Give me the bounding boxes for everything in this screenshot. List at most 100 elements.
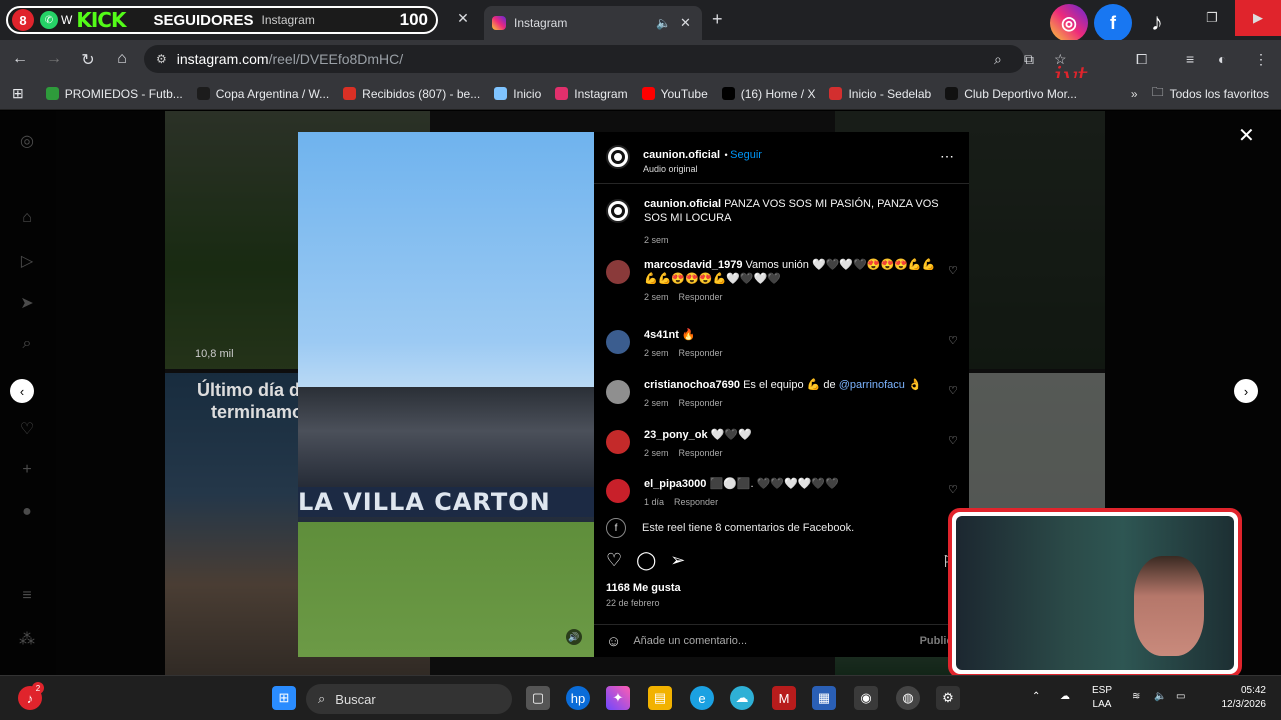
clock[interactable]: 05:42 12/3/2026	[1208, 684, 1267, 712]
app-icon[interactable]: ⚙	[936, 686, 960, 710]
next-reel-button[interactable]: ›	[1234, 379, 1258, 403]
comment-text-end: 👌	[904, 379, 922, 391]
audio-label[interactable]: Audio original	[643, 164, 762, 174]
reel-video[interactable]: LA VILLA CARTON	[298, 132, 594, 657]
bookmark-item[interactable]: (16) Home / X	[721, 87, 815, 101]
like-icon[interactable]: ♡	[606, 550, 622, 571]
bookmark-item[interactable]: YouTube	[641, 87, 708, 101]
streamer-face	[1134, 556, 1204, 656]
media-icon[interactable]: ≡	[1186, 51, 1194, 67]
edge-icon[interactable]: e	[690, 686, 714, 710]
bookmark-item[interactable]: Inicio	[494, 87, 541, 101]
commenter-username[interactable]: 4s41nt	[644, 329, 679, 341]
like-comment-icon[interactable]: ♡	[948, 384, 958, 397]
commenter-username[interactable]: 23_pony_ok	[644, 429, 708, 441]
commenter-avatar[interactable]	[606, 380, 630, 404]
emoji-icon[interactable]: ☺	[606, 633, 621, 650]
battery-icon[interactable]: ▭	[1176, 690, 1185, 704]
cast-icon[interactable]: ⧉	[1024, 51, 1034, 68]
hp-icon[interactable]: hp	[566, 686, 590, 710]
like-count[interactable]: 1168 Me gusta	[606, 582, 681, 594]
comment-icon[interactable]: ◯	[636, 550, 656, 571]
follower-count: 100	[399, 10, 428, 29]
reply-button[interactable]: Responder	[679, 292, 723, 302]
reload-icon[interactable]: ↻	[78, 50, 98, 70]
commenter-username[interactable]: el_pipa3000	[644, 478, 706, 490]
all-bookmarks[interactable]: Todos los favoritos	[1170, 87, 1269, 101]
follow-button[interactable]: Seguir	[730, 149, 762, 161]
bookmark-item[interactable]: Recibidos (807) - be...	[343, 87, 480, 101]
tab-title: Instagram	[514, 16, 568, 30]
url-input[interactable]: ⚙ instagram.com /reel/DVEEfo8DmHC/	[144, 45, 1024, 73]
like-comment-icon[interactable]: ♡	[948, 264, 958, 277]
webcam-overlay	[948, 508, 1242, 678]
author-username[interactable]: caunion.oficial	[643, 149, 720, 161]
like-comment-icon[interactable]: ♡	[948, 334, 958, 347]
profile-icon[interactable]: ◐	[1218, 51, 1226, 67]
menu-icon[interactable]: ⋮	[1254, 51, 1268, 68]
author-avatar[interactable]	[606, 199, 630, 223]
obs-icon[interactable]: ◍	[896, 686, 920, 710]
back-icon[interactable]: ←	[10, 50, 30, 68]
bookmark-item[interactable]: Club Deportivo Mor...	[945, 87, 1077, 101]
commenter-username[interactable]: marcosdavid_1979	[644, 259, 742, 271]
close-tab-icon[interactable]: ✕	[455, 10, 471, 26]
volume-icon[interactable]: 🔈	[1154, 690, 1166, 704]
speaker-icon[interactable]: 🔈	[656, 16, 671, 30]
tab-instagram[interactable]: Instagram 🔈 ✕	[484, 6, 702, 40]
reply-button[interactable]: Responder	[679, 348, 723, 358]
like-comment-icon[interactable]: ♡	[948, 483, 958, 496]
like-comment-icon[interactable]: ♡	[948, 434, 958, 447]
comment-mention[interactable]: @parrinofacu	[839, 379, 905, 391]
wifi-icon[interactable]: ≋	[1132, 690, 1140, 704]
task-view-icon[interactable]: ▢	[526, 686, 550, 710]
bookmark-item[interactable]: PROMIEDOS - Futb...	[45, 87, 183, 101]
weather-icon[interactable]: ☁	[730, 686, 754, 710]
previous-reel-button[interactable]: ‹	[10, 379, 34, 403]
comment-input[interactable]: Añade un comentario...	[633, 635, 747, 647]
bookmark-item[interactable]: Instagram	[555, 87, 628, 101]
language-indicator[interactable]: ESP LAA	[1092, 684, 1112, 712]
extensions-icon[interactable]: ⧠	[1136, 51, 1147, 68]
bookmarks-overflow-icon[interactable]: »	[1131, 87, 1138, 101]
close-modal-icon[interactable]: ✕	[1238, 123, 1255, 148]
file-explorer-icon[interactable]: ▤	[648, 686, 672, 710]
restore-icon[interactable]: ❐	[1189, 0, 1235, 36]
onedrive-icon[interactable]: ☁	[1060, 690, 1070, 704]
stadium-crowd	[298, 387, 594, 497]
reply-button[interactable]: Responder	[679, 398, 723, 408]
comment-text: 🔥	[681, 329, 696, 341]
tray-overflow-icon[interactable]: ⌃	[1032, 690, 1040, 704]
caption-username[interactable]: caunion.oficial	[644, 198, 721, 210]
bookmark-favicon-icon	[196, 87, 210, 100]
forward-icon[interactable]: →	[44, 50, 64, 68]
windows-start-icon[interactable]: ⊞	[272, 686, 296, 710]
zoom-icon[interactable]: ⌕	[994, 51, 1002, 68]
commenter-avatar[interactable]	[606, 479, 630, 503]
reply-button[interactable]: Responder	[674, 497, 718, 507]
more-options-icon[interactable]: ⋯	[940, 148, 954, 165]
mute-toggle-icon[interactable]: 🔊	[566, 629, 582, 645]
new-tab-icon[interactable]: +	[712, 9, 723, 30]
home-icon[interactable]: ⌂	[112, 50, 132, 68]
webcam-feed	[956, 516, 1234, 670]
chrome-icon[interactable]: ◉	[854, 686, 878, 710]
mcafee-icon[interactable]: M	[772, 686, 796, 710]
commenter-username[interactable]: cristianochoa7690	[644, 379, 740, 391]
share-icon[interactable]: ➢	[670, 550, 685, 571]
bookmark-item[interactable]: Inicio - Sedelab	[829, 87, 931, 101]
reply-button[interactable]: Responder	[679, 448, 723, 458]
taskbar-search[interactable]: ⌕ Buscar	[306, 684, 512, 714]
commenter-avatar[interactable]	[606, 330, 630, 354]
store-icon[interactable]: ▦	[812, 686, 836, 710]
bookmark-item[interactable]: Copa Argentina / W...	[196, 87, 329, 101]
apps-grid-icon[interactable]: ⊞	[12, 85, 24, 102]
site-info-icon[interactable]: ⚙	[156, 52, 167, 66]
copilot-icon[interactable]: ✦	[606, 686, 630, 710]
whatsapp-icon: ✆	[40, 11, 58, 29]
commenter-avatar[interactable]	[606, 430, 630, 454]
commenter-avatar[interactable]	[606, 260, 630, 284]
close-tab-icon[interactable]: ✕	[680, 15, 691, 31]
tab-streamer-overlay[interactable]: 8 ✆ W KICK SEGUIDORES Instagram 100	[6, 6, 438, 34]
author-avatar[interactable]	[606, 145, 630, 169]
